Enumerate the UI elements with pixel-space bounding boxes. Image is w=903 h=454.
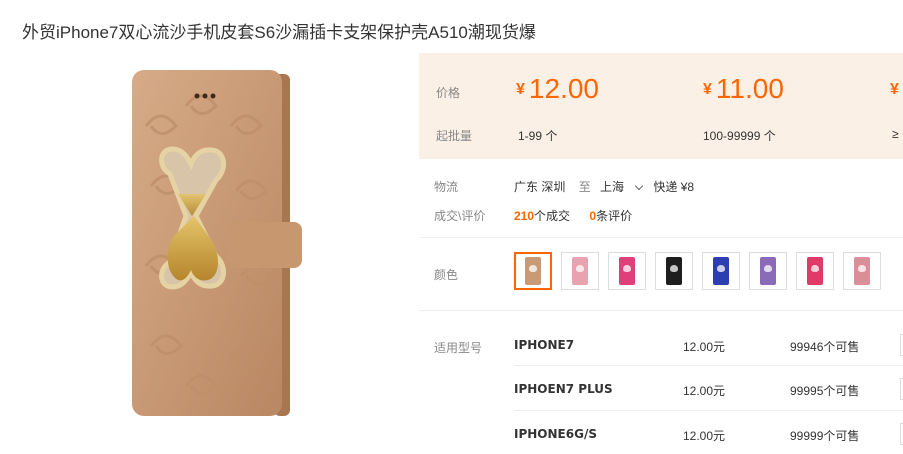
color-swatch[interactable] bbox=[561, 252, 599, 290]
color-swatch[interactable] bbox=[843, 252, 881, 290]
moq-range-2: 100-99999 个 bbox=[703, 129, 776, 143]
case-thumbnail bbox=[525, 257, 541, 285]
color-label: 颜色 bbox=[434, 268, 459, 282]
review-link[interactable]: 0条评价 bbox=[589, 209, 632, 223]
price-amount: 12.00 bbox=[528, 73, 599, 104]
model-name: IPHONE6G/S bbox=[514, 427, 597, 441]
model-price: 12.00元 bbox=[683, 340, 726, 354]
color-swatch[interactable] bbox=[702, 252, 740, 290]
price-tier-2: ¥11.00 bbox=[703, 73, 784, 105]
table-row: IPHONE7 12.00元 99946个可售 bbox=[514, 334, 903, 356]
divider bbox=[514, 365, 903, 366]
currency-symbol: ¥ bbox=[890, 81, 899, 98]
case-thumbnail bbox=[713, 257, 729, 285]
deals-label: 成交\评价 bbox=[434, 209, 486, 223]
currency-symbol: ¥ bbox=[703, 81, 712, 98]
color-swatch-list bbox=[514, 252, 881, 290]
color-swatch[interactable] bbox=[514, 252, 552, 290]
divider bbox=[419, 237, 903, 238]
deal-count: 210 bbox=[514, 209, 535, 223]
model-price: 12.00元 bbox=[683, 384, 726, 398]
table-row: IPHOEN7 PLUS 12.00元 99995个可售 bbox=[514, 378, 903, 400]
table-row: IPHONE6G/S 12.00元 99999个可售 bbox=[514, 423, 903, 445]
color-swatch[interactable] bbox=[749, 252, 787, 290]
review-count-unit: 条评价 bbox=[596, 209, 633, 223]
product-image[interactable] bbox=[126, 66, 308, 424]
model-stock: 99995个可售 bbox=[790, 384, 860, 398]
destination-city: 上海 bbox=[600, 180, 625, 194]
case-thumbnail bbox=[572, 257, 588, 285]
price-label: 价格 bbox=[436, 86, 461, 100]
moq-range-1: 1-99 个 bbox=[518, 129, 558, 143]
price-panel: 价格 起批量 ¥12.00 1-99 个 ¥11.00 100-99999 个 … bbox=[419, 53, 903, 159]
model-stock: 99946个可售 bbox=[790, 340, 860, 354]
deals-row: 210个成交 0条评价 bbox=[514, 207, 632, 224]
price-tier-3: ¥ bbox=[890, 73, 903, 105]
currency-symbol: ¥ bbox=[516, 81, 525, 98]
case-thumbnail bbox=[666, 257, 682, 285]
to-word: 至 bbox=[578, 180, 591, 194]
divider bbox=[419, 310, 903, 311]
case-thumbnail bbox=[619, 257, 635, 285]
chevron-down-icon bbox=[634, 181, 644, 191]
model-label: 适用型号 bbox=[434, 341, 483, 355]
color-swatch[interactable] bbox=[796, 252, 834, 290]
moq-label: 起批量 bbox=[436, 129, 473, 143]
model-price: 12.00元 bbox=[683, 429, 726, 443]
case-thumbnail bbox=[807, 257, 823, 285]
logistics-label: 物流 bbox=[434, 180, 459, 194]
divider bbox=[514, 410, 903, 411]
model-name: IPHONE7 bbox=[514, 338, 575, 352]
deal-count-unit: 个成交 bbox=[534, 209, 571, 223]
shipping-fee: 快递 ¥8 bbox=[653, 180, 695, 194]
product-title: 外贸iPhone7双心流沙手机皮套S6沙漏插卡支架保护壳A510潮现货爆 bbox=[22, 23, 536, 42]
moq-range-3: ≥ bbox=[892, 127, 899, 141]
case-thumbnail bbox=[760, 257, 776, 285]
case-thumbnail bbox=[854, 257, 870, 285]
color-swatch[interactable] bbox=[608, 252, 646, 290]
logistics-row: 广东 深圳 至 上海 快递 ¥8 bbox=[514, 178, 694, 195]
color-swatch[interactable] bbox=[655, 252, 693, 290]
origin-city: 广东 深圳 bbox=[514, 180, 566, 194]
model-stock: 99999个可售 bbox=[790, 429, 860, 443]
model-name: IPHOEN7 PLUS bbox=[514, 382, 613, 396]
destination-select[interactable]: 上海 bbox=[600, 180, 650, 194]
price-amount: 11.00 bbox=[715, 73, 784, 104]
price-tier-1: ¥12.00 bbox=[516, 73, 599, 105]
